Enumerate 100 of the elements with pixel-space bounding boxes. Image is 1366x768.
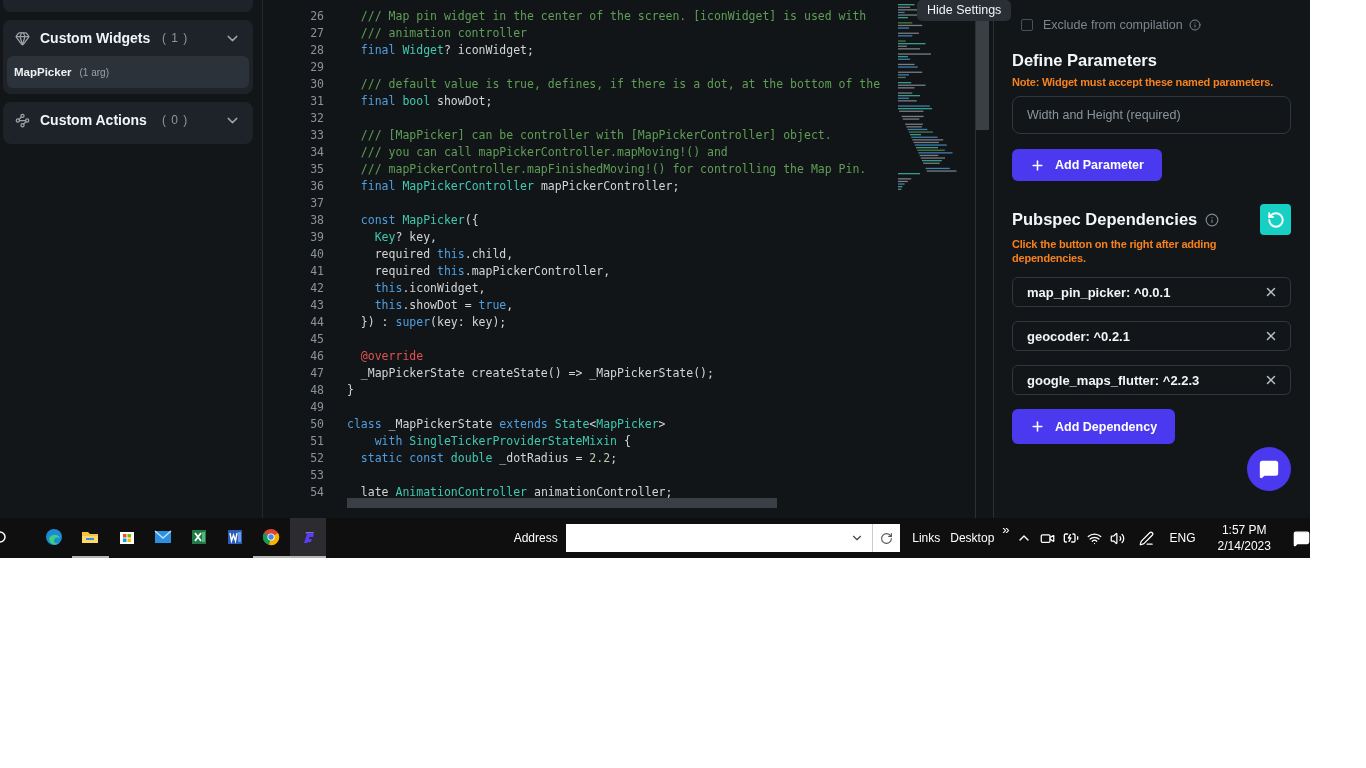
code-line: late AnimationController animationController; xyxy=(359,484,673,499)
code-line: @override xyxy=(359,348,424,363)
line-number: 39 xyxy=(309,229,325,244)
line-number: 51 xyxy=(309,433,325,448)
line-number: 34 xyxy=(309,144,325,159)
line-number: 27 xyxy=(309,25,325,40)
code-line: const MapPicker({ xyxy=(359,212,479,227)
close-icon[interactable] xyxy=(1264,329,1278,343)
item-count: ( 1 ) xyxy=(162,31,190,45)
clock-time[interactable]: 1:57 PM xyxy=(1221,522,1267,538)
line-number: 31 xyxy=(309,93,325,108)
checkbox-label: Exclude from compilation xyxy=(1043,18,1183,32)
battery-icon[interactable] xyxy=(1062,530,1079,546)
info-icon[interactable] xyxy=(1205,212,1220,227)
code-line: /// [MapPicker] can be controller with [MapPickerController] object. xyxy=(359,127,832,142)
code-line: this.showDot = true, xyxy=(373,297,514,312)
gem-icon xyxy=(15,30,30,46)
code-line: /// you can call mapPickerController.mapMoving!() and xyxy=(359,144,728,159)
code-line: } xyxy=(347,382,354,397)
refresh-icon xyxy=(1266,210,1285,229)
code-line: final bool showDot; xyxy=(359,93,493,108)
section-heading: Pubspec Dependencies xyxy=(1012,210,1198,229)
item-count: ( 0 ) xyxy=(162,113,190,127)
chat-icon xyxy=(1259,459,1279,479)
add-dependency-button[interactable]: Add Dependency xyxy=(1012,409,1176,444)
clock-date[interactable]: 2/14/2023 xyxy=(1217,538,1271,554)
line-number: 50 xyxy=(309,416,325,431)
code-line: /// animation controller xyxy=(359,25,527,40)
address-field[interactable] xyxy=(565,524,901,552)
line-number: 33 xyxy=(309,127,325,142)
widget-list-item[interactable]: MapPicker (1 arg) xyxy=(7,56,249,88)
store-icon[interactable] xyxy=(118,529,135,545)
line-number: 30 xyxy=(309,76,325,91)
line-number: 42 xyxy=(309,280,325,295)
line-number: 46 xyxy=(309,348,325,363)
add-parameter-button[interactable]: Add Parameter xyxy=(1012,149,1162,181)
line-number: 32 xyxy=(309,110,325,125)
chat-button[interactable] xyxy=(1247,447,1291,491)
wifi-icon[interactable] xyxy=(1086,530,1102,546)
line-number: 36 xyxy=(309,178,325,193)
note-text: Click the button on the right after adding dependencies. xyxy=(1012,237,1218,265)
code-line: required this.child, xyxy=(373,246,514,261)
info-icon[interactable] xyxy=(1188,19,1201,31)
horizontal-scrollbar[interactable] xyxy=(347,498,777,508)
toolbar-link[interactable]: Links xyxy=(912,531,941,545)
plus-icon xyxy=(1030,157,1045,173)
section-heading: Define Parameters xyxy=(1012,51,1158,70)
code-line: /// default value is true, defines, if there is a dot, at the bottom of the xyxy=(359,76,881,91)
code-line: static const double _dotRadius = 2.2; xyxy=(359,450,618,465)
overflow-chevron[interactable]: » xyxy=(1002,522,1010,537)
edge-browser-icon[interactable] xyxy=(45,528,64,546)
code-line: with SingleTickerProviderStateMixin { xyxy=(373,433,631,448)
plus-icon xyxy=(1030,419,1045,434)
code-line: _MapPickerState createState() => _MapPickerState(); xyxy=(359,365,714,380)
code-line: /// Map pin widget in the center of the screen. [iconWidget] is used with xyxy=(359,8,867,23)
parameter-input[interactable]: Width and Height (required) xyxy=(1012,96,1291,134)
close-icon[interactable] xyxy=(1264,373,1278,387)
note-text: Note: Widget must accept these named parameters. xyxy=(1012,75,1275,89)
line-number: 48 xyxy=(309,382,325,397)
toolbar-link[interactable]: Desktop xyxy=(950,531,995,545)
pen-icon[interactable] xyxy=(1138,530,1154,546)
line-number: 44 xyxy=(309,314,325,329)
line-number: 28 xyxy=(309,42,325,57)
close-icon[interactable] xyxy=(1264,285,1278,299)
widget-name: MapPicker xyxy=(14,66,72,78)
line-number: 41 xyxy=(309,263,325,278)
search-icon[interactable] xyxy=(0,529,8,545)
code-line: this.iconWidget, xyxy=(373,280,486,295)
line-number: 40 xyxy=(309,246,325,261)
line-number: 38 xyxy=(309,212,325,227)
code-line: final Widget? iconWidget; xyxy=(359,42,534,57)
code-line: Key? key, xyxy=(373,229,437,244)
checkbox[interactable] xyxy=(1021,19,1033,31)
code-line: required this.mapPickerController, xyxy=(373,263,611,278)
dependency-name: map_pin_picker: ^0.0.1 xyxy=(1027,284,1172,300)
line-number: 49 xyxy=(309,399,325,414)
browser-icon[interactable] xyxy=(262,528,281,546)
section-title: Custom Actions xyxy=(40,112,148,128)
mail-icon[interactable] xyxy=(153,530,172,544)
line-number: 52 xyxy=(309,450,325,465)
line-number: 37 xyxy=(309,195,325,210)
address-label: Address xyxy=(513,531,558,545)
line-number: 54 xyxy=(309,484,325,499)
document-app-icon[interactable] xyxy=(227,529,244,545)
dependency-name: geocoder: ^0.2.1 xyxy=(1027,328,1131,344)
spreadsheet-app-icon[interactable] xyxy=(191,529,208,545)
code-line: final MapPickerController mapPickerController; xyxy=(359,178,680,193)
waypoints-icon xyxy=(15,112,30,128)
folder-icon[interactable] xyxy=(81,529,100,545)
line-number: 45 xyxy=(309,331,325,346)
line-number: 26 xyxy=(309,8,325,23)
code-line: class _MapPickerState extends State<MapPicker> xyxy=(347,416,666,431)
line-number: 43 xyxy=(309,297,325,312)
language-indicator[interactable]: ENG xyxy=(1169,531,1196,545)
line-number: 35 xyxy=(309,161,325,176)
argument-count: (1 arg) xyxy=(79,66,109,78)
notification-icon[interactable] xyxy=(1292,529,1310,547)
section-title: Custom Widgets xyxy=(40,30,152,46)
volume-icon[interactable] xyxy=(1109,530,1125,546)
code-line: /// mapPickerController.mapFinishedMoving!() for controlling the Map Pin. xyxy=(359,161,867,176)
